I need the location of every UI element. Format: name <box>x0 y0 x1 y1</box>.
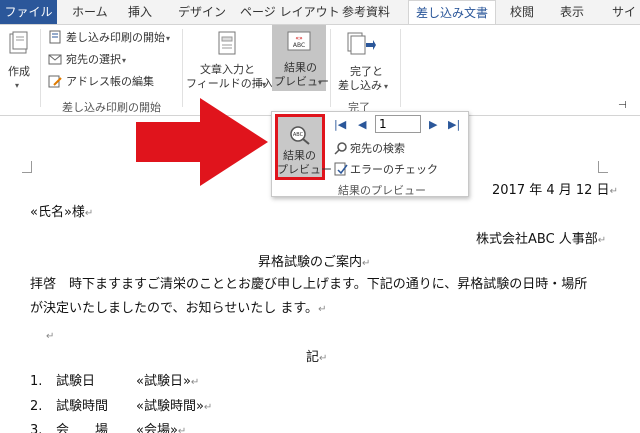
document-merge-icon <box>49 30 61 44</box>
chevron-down-icon: ▾ <box>122 56 127 65</box>
group-separator <box>330 29 331 107</box>
body-paragraph-line-1[interactable]: 拝啓 時下ますますご清栄のこととお慶び申し上げます。下記の通りに、昇格試験の日時… <box>30 276 587 294</box>
merge-field[interactable]: «会場»↵ <box>136 422 186 433</box>
svg-text:ABC: ABC <box>293 42 305 49</box>
abc-preview-icon: «» ABC <box>287 31 311 51</box>
record-number-input[interactable] <box>375 115 421 133</box>
tab-design[interactable]: デザイン <box>178 0 226 24</box>
list-item-label: 試験時間 <box>56 399 109 414</box>
svg-text:ABC: ABC <box>293 132 304 138</box>
group-separator <box>40 29 41 107</box>
finish-merge-button[interactable]: 完了と 差し込み ▾ <box>336 29 392 95</box>
finish-merge-label-2: 差し込み <box>338 79 382 92</box>
start-merge-button[interactable]: 差し込み印刷の開始 ▾ <box>46 29 174 45</box>
first-record-button[interactable]: |◀ <box>334 118 346 131</box>
pin-ribbon-icon[interactable]: ⊣ <box>618 99 627 112</box>
preview-group-label: 結果のプレビュー <box>338 184 426 197</box>
document-fields-icon <box>218 31 236 55</box>
preview-big-label-2: プレビュー <box>277 163 332 176</box>
preview-results-button[interactable]: «» ABC 結果の プレビュー ▾ <box>272 25 329 91</box>
edit-recipient-list-label: アドレス帳の編集 <box>66 75 154 88</box>
body-paragraph-line-2[interactable]: が決定いたしましたので、お知らせいたし ます。↵ <box>30 300 326 319</box>
magnifier-abc-icon: «» ABC <box>290 125 310 145</box>
preview-results-label-1: 結果の <box>284 61 317 74</box>
list-number: 2. <box>30 399 43 414</box>
tab-home[interactable]: ホーム <box>72 0 108 24</box>
envelope-stack-icon <box>9 31 28 54</box>
check-errors-label: エラーのチェック <box>350 163 438 176</box>
list-item[interactable]: 1. <box>30 373 42 391</box>
chevron-down-icon: ▾ <box>166 34 171 43</box>
sender-line[interactable]: 株式会社ABC 人事部↵ <box>476 231 606 250</box>
previous-record-button[interactable]: ◀ <box>358 118 366 131</box>
create-label: 作成 <box>8 65 30 78</box>
tab-page-layout[interactable]: ページ レイアウト <box>240 0 340 24</box>
next-record-button[interactable]: ▶ <box>429 118 437 131</box>
ki-heading[interactable]: 記↵ <box>306 349 327 368</box>
list-number: 3. <box>30 423 43 433</box>
letter-title[interactable]: 昇格試験のご案内↵ <box>258 254 370 273</box>
group-separator <box>400 29 401 107</box>
write-insert-label-1: 文章入力と <box>200 63 255 76</box>
find-recipient-label: 宛先の検索 <box>350 142 405 155</box>
select-recipients-label: 宛先の選択 <box>66 53 121 66</box>
chevron-down-icon: ▾ <box>318 78 323 87</box>
preview-results-popup: «» ABC 結果の プレビュー |◀ ◀ ▶ ▶| 宛先の検索 エラーのチェッ… <box>271 111 469 197</box>
write-insert-fields-button[interactable]: 文章入力と フィールドの挿入 ▾ <box>186 29 274 95</box>
search-icon <box>334 142 347 155</box>
tab-references[interactable]: 参考資料 <box>342 0 390 24</box>
merge-field[interactable]: «試験時間»↵ <box>136 398 212 417</box>
letter-date[interactable]: 2017 年 4 月 12 日↵ <box>492 182 618 201</box>
empty-paragraph-mark: ↵ <box>46 331 55 342</box>
ribbon: 作成 ▾ 差し込み印刷の開始 ▾ 宛先の選択 ▾ アドレス帳の編集 差し込み印刷… <box>0 24 640 116</box>
chevron-down-icon: ▾ <box>384 82 389 91</box>
merge-field[interactable]: «試験日»↵ <box>136 373 199 392</box>
write-insert-label-2: フィールドの挿入 <box>186 77 274 90</box>
preview-results-big-button[interactable]: «» ABC 結果の プレビュー <box>275 114 332 180</box>
list-item-label: 会 場 <box>56 423 109 433</box>
tab-mailings[interactable]: 差し込み文書 <box>408 0 496 25</box>
list-number: 1. <box>30 374 43 389</box>
list-item-label: 試験日 <box>56 374 96 389</box>
create-button[interactable]: 作成 ▾ <box>4 29 34 91</box>
edit-recipient-list-button[interactable]: アドレス帳の編集 <box>46 73 156 89</box>
preview-big-label-1: 結果の <box>283 149 316 162</box>
chevron-down-icon: ▾ <box>15 81 20 90</box>
edit-list-icon <box>48 75 62 88</box>
tab-more[interactable]: サイ <box>612 0 636 24</box>
check-errors-button[interactable]: エラーのチェック <box>334 161 464 177</box>
recipients-icon <box>48 54 62 65</box>
chevron-down-icon: ▾ <box>262 80 267 89</box>
tab-review[interactable]: 校閲 <box>510 0 534 24</box>
svg-text:«»: «» <box>295 35 303 42</box>
tab-file[interactable]: ファイル <box>0 0 57 24</box>
tab-view[interactable]: 表示 <box>560 0 584 24</box>
finish-merge-icon <box>347 32 376 55</box>
ribbon-tab-bar: ファイル ホーム 挿入 デザイン ページ レイアウト 参考資料 差し込み文書 校… <box>0 0 640 25</box>
check-document-icon <box>334 162 348 176</box>
select-recipients-button[interactable]: 宛先の選択 ▾ <box>46 51 136 67</box>
start-merge-label: 差し込み印刷の開始 <box>66 31 165 44</box>
last-record-button[interactable]: ▶| <box>448 118 460 131</box>
red-arrow-icon <box>136 98 268 186</box>
finish-merge-label-1: 完了と <box>350 65 383 78</box>
list-item[interactable]: 2. <box>30 398 42 416</box>
list-item[interactable]: 3. <box>30 422 42 433</box>
find-recipient-button[interactable]: 宛先の検索 <box>334 140 454 156</box>
addressee-field[interactable]: «氏名»様↵ <box>30 204 93 223</box>
crop-mark-top-left <box>22 161 32 173</box>
crop-mark-top-right <box>598 161 608 173</box>
tab-insert[interactable]: 挿入 <box>128 0 152 24</box>
